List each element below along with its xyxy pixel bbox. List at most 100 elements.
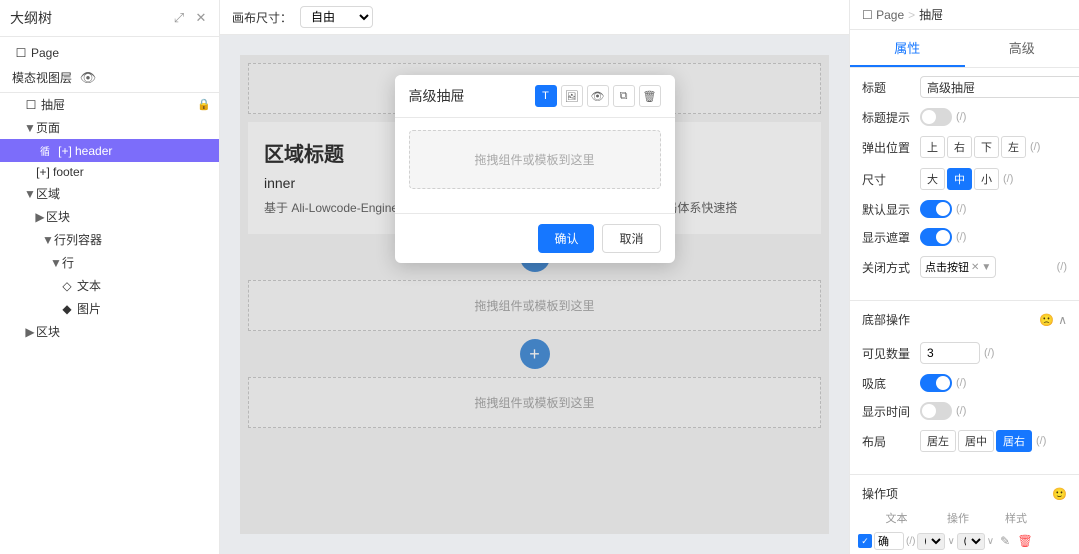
modal-drop-zone[interactable]: 拖拽组件或模板到这里 <box>409 130 661 189</box>
text-icon: ◇ <box>60 279 74 293</box>
arrow-right-icon: ▶ <box>34 211 46 223</box>
op-delete-icon-1[interactable]: 🗑 <box>1016 532 1034 550</box>
eye-icon[interactable]: 👁 <box>80 70 96 86</box>
pos-btn-right[interactable]: 右 <box>947 136 972 158</box>
tab-properties[interactable]: 属性 <box>850 30 965 67</box>
section-title-bottom-ops: 底部操作 <box>862 311 910 328</box>
prop-link-title-tooltip[interactable]: (/) <box>956 111 966 123</box>
toggle-title-tooltip[interactable] <box>920 108 952 126</box>
prop-row-layout: 布局 居左 居中 居右 (/) <box>862 430 1067 452</box>
prop-input-title[interactable] <box>920 76 1079 98</box>
prop-row-show-time: 显示时间 (/) <box>862 402 1067 420</box>
divider-1 <box>850 300 1079 301</box>
divider-2 <box>850 474 1079 475</box>
tree-node-row-container[interactable]: ▼ 行列容器 <box>0 228 219 251</box>
modal-icon-copy[interactable]: ⧉ <box>613 85 635 107</box>
prop-row-title: 标题 (/) <box>862 76 1067 98</box>
resize-icon[interactable]: ⤢ <box>171 10 187 26</box>
prop-link-close-method[interactable]: (/) <box>1057 261 1067 273</box>
prop-row-default-show: 默认显示 (/) <box>862 200 1067 218</box>
arrow-down4-icon: ▼ <box>50 257 62 269</box>
layout-btn-right[interactable]: 居右 <box>996 430 1032 452</box>
layout-buttons: 居左 居中 居右 <box>920 430 1032 452</box>
prop-link-size[interactable]: (/) <box>1003 173 1013 185</box>
prop-link-layout[interactable]: (/) <box>1036 435 1046 447</box>
close-x-icon[interactable]: ✕ <box>971 262 979 273</box>
layout-btn-left[interactable]: 居左 <box>920 430 956 452</box>
op-style-select-1[interactable]: (/) <box>957 533 985 550</box>
op-text-input-1[interactable] <box>874 532 904 550</box>
op-checkbox-1[interactable]: ✓ <box>858 534 872 548</box>
tree-node-region[interactable]: ▼ 区域 <box>0 182 219 205</box>
arrow-down3-icon: ▼ <box>42 234 54 246</box>
close-chevron-icon[interactable]: ▼ <box>981 262 991 273</box>
modal-icon-image[interactable]: 🖼 <box>561 85 583 107</box>
tree-section: ☐ Page 模态视图层 👁 ☐ 抽屉 🔒 ▼ 页面 循 [+] header <box>0 37 219 554</box>
right-panel: ☐ Page > 抽屉 属性 高级 标题 (/) 标题提示 (/) <box>849 0 1079 554</box>
tree-node-drawer[interactable]: ☐ 抽屉 🔒 <box>0 93 219 116</box>
size-btn-large[interactable]: 大 <box>920 168 945 190</box>
prop-value-pop-position: 上 右 下 左 (/) <box>920 136 1067 158</box>
size-btn-medium[interactable]: 中 <box>947 168 972 190</box>
op-action-select-1[interactable]: (/) <box>917 533 945 550</box>
emoji-icon: 🙁 <box>1039 313 1054 327</box>
tree-node-image[interactable]: ◆ 图片 <box>0 297 219 320</box>
position-buttons: 上 右 下 左 <box>920 136 1026 158</box>
canvas-size-select[interactable]: 自由 <box>300 6 373 28</box>
pos-btn-bottom[interactable]: 下 <box>974 136 999 158</box>
prop-input-visible-count[interactable] <box>920 342 980 364</box>
tree-node-row[interactable]: ▼ 行 <box>0 251 219 274</box>
toggle-default-show[interactable] <box>920 200 952 218</box>
prop-link-visible-count[interactable]: (/) <box>984 347 994 359</box>
op-row-1: ✓ (/) (/) ∨ (/) ∨ ✎ 🗑 <box>858 532 1071 550</box>
operations-header-icons: 🙂 <box>1052 487 1067 501</box>
op-style-link-1[interactable]: ∨ <box>987 536 994 547</box>
modal-icon-eye[interactable]: 👁 <box>587 85 609 107</box>
toggle-sticky-bottom[interactable] <box>920 374 952 392</box>
op-action-link-1[interactable]: ∨ <box>947 536 954 547</box>
loop-badge: 循 <box>36 142 54 159</box>
modal-icon-text[interactable]: T <box>535 85 557 107</box>
prop-link-show-time[interactable]: (/) <box>956 405 966 417</box>
tree-node-page-node[interactable]: ▼ 页面 <box>0 116 219 139</box>
prop-link-sticky-bottom[interactable]: (/) <box>956 377 966 389</box>
modal-icon-delete[interactable]: 🗑 <box>639 85 661 107</box>
size-btn-small[interactable]: 小 <box>974 168 999 190</box>
confirm-button[interactable]: 确认 <box>538 224 594 253</box>
tree-node-footer[interactable]: [+] footer <box>0 162 219 182</box>
prop-link-pop-position[interactable]: (/) <box>1030 141 1040 153</box>
prop-link-default-show[interactable]: (/) <box>956 203 966 215</box>
prop-link-show-mask[interactable]: (/) <box>956 231 966 243</box>
section-header-operations: 操作项 🙂 <box>850 479 1079 508</box>
tab-advanced[interactable]: 高级 <box>965 30 1079 67</box>
pos-btn-top[interactable]: 上 <box>920 136 945 158</box>
prop-label-show-mask: 显示遮罩 <box>862 229 914 246</box>
tree-node-block1[interactable]: ▶ 区块 <box>0 205 219 228</box>
toggle-show-time[interactable] <box>920 402 952 420</box>
tree-node-header[interactable]: 循 [+] header <box>0 139 219 162</box>
section-title-operations: 操作项 <box>862 485 898 502</box>
prop-section: 标题 (/) 标题提示 (/) 弹出位置 上 右 下 左 <box>850 68 1079 296</box>
op-edit-icon-1[interactable]: ✎ <box>996 532 1014 550</box>
layout-btn-center[interactable]: 居中 <box>958 430 994 452</box>
prop-value-show-mask: (/) <box>920 228 1067 246</box>
op-link-1[interactable]: (/) <box>906 536 915 547</box>
tree-node-text[interactable]: ◇ 文本 <box>0 274 219 297</box>
pos-btn-left[interactable]: 左 <box>1001 136 1026 158</box>
tree-node-block2[interactable]: ▶ 区块 <box>0 320 219 343</box>
close-select-box[interactable]: 点击按钮 ✕ ▼ <box>920 256 996 278</box>
tree-node-page[interactable]: ☐ Page <box>0 43 219 63</box>
lock-icon: 🔒 <box>197 98 211 111</box>
breadcrumb-sep: > <box>908 8 915 22</box>
breadcrumb-page: ☐ Page <box>862 8 904 22</box>
prop-value-visible-count: (/) <box>920 342 1067 364</box>
cancel-button[interactable]: 取消 <box>602 224 660 253</box>
size-buttons: 大 中 小 <box>920 168 999 190</box>
toggle-show-mask[interactable] <box>920 228 952 246</box>
prop-label-close-method: 关闭方式 <box>862 259 914 276</box>
close-icon[interactable]: ✕ <box>193 10 209 26</box>
chevron-up-icon[interactable]: ∧ <box>1058 313 1067 327</box>
op-header-text: 文本 <box>874 510 919 526</box>
prop-value-layout: 居左 居中 居右 (/) <box>920 430 1067 452</box>
modal-title: 高级抽屉 <box>409 86 465 106</box>
